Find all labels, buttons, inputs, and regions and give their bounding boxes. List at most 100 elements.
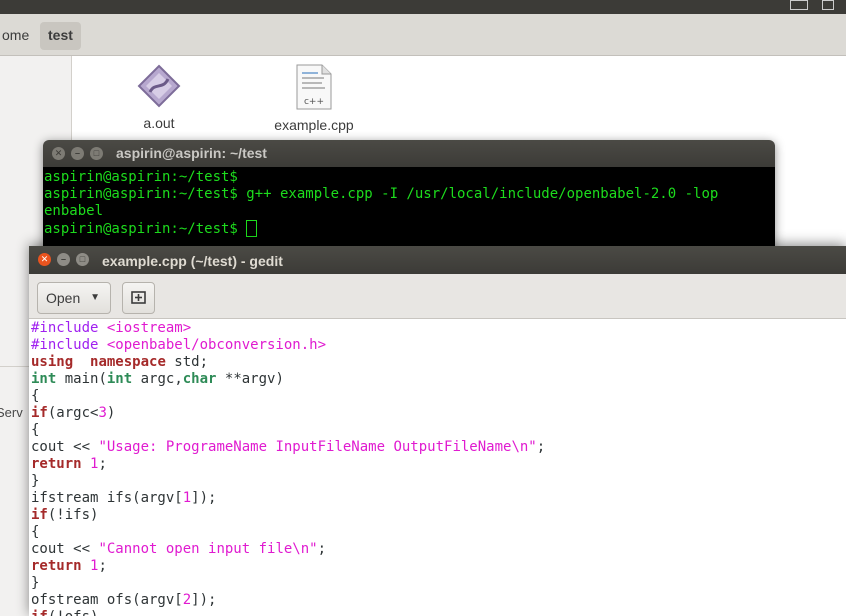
code-line: { <box>31 422 846 439</box>
code-token: (!ofs) <box>48 609 99 616</box>
code-token: ) <box>106 405 116 421</box>
code-token: argc, <box>132 371 183 387</box>
code-line: { <box>31 524 846 541</box>
svg-text:c++: c++ <box>304 97 324 107</box>
sidebar-item-servers[interactable]: Serv <box>0 405 23 420</box>
code-token: **argv) <box>216 371 284 387</box>
code-token: ]); <box>191 592 217 608</box>
terminal-cursor <box>246 220 258 237</box>
code-token: cout << <box>31 439 99 455</box>
keyboard-indicator-icon[interactable] <box>790 0 808 10</box>
code-line: #include <openbabel/obconversion.h> <box>31 337 846 354</box>
code-line: if(argc<3) <box>31 405 846 422</box>
code-token: (argc< <box>47 405 99 421</box>
file-item-example-cpp[interactable]: c++ example.cpp <box>266 64 362 133</box>
code-token: #include <box>31 337 107 353</box>
cpp-file-icon: c++ <box>296 64 332 110</box>
code-token: if <box>31 609 48 616</box>
system-top-bar <box>0 0 846 14</box>
code-line: return 1; <box>31 558 846 575</box>
gedit-title: example.cpp (~/test) - gedit <box>102 253 283 269</box>
terminal-output[interactable]: aspirin@aspirin:~/test$ aspirin@aspirin:… <box>43 167 775 252</box>
code-token: "Cannot open input file\n" <box>98 541 318 557</box>
code-token: <iostream> <box>106 320 192 336</box>
file-manager-pathbar: ome test <box>0 14 846 56</box>
code-line: if(!ofs) <box>31 609 846 616</box>
code-token: cout << <box>31 541 99 557</box>
terminal-prompt: aspirin@aspirin:~/test$ <box>44 221 247 237</box>
code-token: } <box>31 473 40 489</box>
code-token: (!ifs) <box>47 507 99 523</box>
code-token: char <box>182 371 217 387</box>
terminal-title: aspirin@aspirin: ~/test <box>116 145 267 161</box>
code-token: ; <box>317 541 327 557</box>
chevron-down-icon: ▼ <box>90 292 100 303</box>
code-line: #include <iostream> <box>31 320 846 337</box>
terminal-titlebar[interactable]: ✕ – □ aspirin@aspirin: ~/test <box>43 140 775 167</box>
code-token: "Usage: ProgrameName InputFileName Outpu… <box>98 439 537 455</box>
code-token: ]); <box>191 490 217 506</box>
open-button-label: Open <box>46 290 81 306</box>
close-icon[interactable]: ✕ <box>52 147 65 160</box>
code-token: if <box>31 405 48 421</box>
terminal-window: ✕ – □ aspirin@aspirin: ~/test aspirin@as… <box>43 140 775 252</box>
minimize-icon[interactable]: – <box>71 147 84 160</box>
code-token: return <box>31 558 82 574</box>
code-token: std; <box>165 354 209 370</box>
new-document-icon <box>131 291 146 304</box>
code-line: { <box>31 388 846 405</box>
file-item-a-out[interactable]: a.out <box>120 64 198 131</box>
terminal-line: aspirin@aspirin:~/test$ g++ example.cpp … <box>44 186 719 202</box>
close-icon[interactable]: ✕ <box>38 253 51 266</box>
code-token: using <box>31 354 74 370</box>
code-line: ifstream ifs(argv[1]); <box>31 490 846 507</box>
code-token: ofstream ofs(argv[ <box>31 592 183 608</box>
code-token: 3 <box>98 405 107 421</box>
breadcrumb-test[interactable]: test <box>40 22 81 50</box>
breadcrumb-home[interactable]: ome <box>0 22 37 50</box>
code-token: ; <box>98 558 107 574</box>
code-token: <openbabel/obconversion.h> <box>106 337 327 353</box>
terminal-line: enbabel <box>44 203 104 219</box>
code-token: ; <box>98 456 107 472</box>
code-line: using namespace std; <box>31 354 846 371</box>
maximize-icon[interactable]: □ <box>90 147 103 160</box>
code-line: } <box>31 575 846 592</box>
network-indicator-icon[interactable] <box>822 0 834 10</box>
code-token: int <box>106 371 133 387</box>
code-token: #include <box>31 320 107 336</box>
code-token: namespace <box>90 354 166 370</box>
code-line: } <box>31 473 846 490</box>
gedit-window: ✕ – □ example.cpp (~/test) - gedit Open … <box>29 246 846 616</box>
code-token: if <box>31 507 48 523</box>
executable-icon <box>137 64 181 108</box>
code-token: return <box>31 456 82 472</box>
code-token: ; <box>536 439 546 455</box>
code-line: cout << "Cannot open input file\n"; <box>31 541 846 558</box>
code-token: 2 <box>182 592 192 608</box>
code-line: int main(int argc,char **argv) <box>31 371 846 388</box>
gedit-toolbar: Open ▼ <box>29 274 846 319</box>
code-line: cout << "Usage: ProgrameName InputFileNa… <box>31 439 846 456</box>
code-token: { <box>31 388 40 404</box>
code-token: int <box>31 371 57 387</box>
code-token: 1 <box>182 490 192 506</box>
code-line: return 1; <box>31 456 846 473</box>
terminal-prompt-line: aspirin@aspirin:~/test$ <box>44 220 775 238</box>
code-token: } <box>31 575 40 591</box>
new-document-button[interactable] <box>122 282 155 314</box>
code-token: main( <box>56 371 107 387</box>
maximize-icon[interactable]: □ <box>76 253 89 266</box>
code-line: if(!ifs) <box>31 507 846 524</box>
code-token: ifstream ifs(argv[ <box>31 490 183 506</box>
minimize-icon[interactable]: – <box>57 253 70 266</box>
terminal-line: aspirin@aspirin:~/test$ <box>44 169 238 185</box>
code-token: { <box>31 422 40 438</box>
code-editor[interactable]: #include <iostream> #include <openbabel/o… <box>29 319 846 616</box>
open-button[interactable]: Open ▼ <box>37 282 111 314</box>
gedit-titlebar[interactable]: ✕ – □ example.cpp (~/test) - gedit <box>29 246 846 274</box>
code-line: ofstream ofs(argv[2]); <box>31 592 846 609</box>
